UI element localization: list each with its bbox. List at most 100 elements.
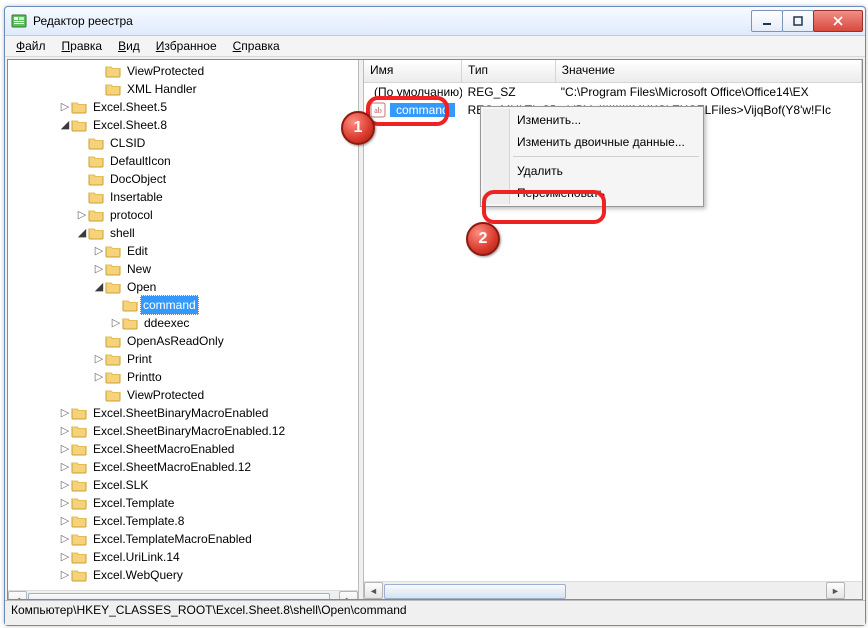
tree-expander-icon[interactable]: ▷ (93, 242, 105, 260)
tree-node[interactable]: ▷Print (8, 350, 358, 368)
tree-node[interactable]: ▷ Excel.Template (8, 494, 358, 512)
scroll-right-icon[interactable]: ► (826, 582, 845, 599)
tree-expander-icon[interactable]: ▷ (59, 404, 71, 422)
scroll-left-icon[interactable]: ◄ (364, 582, 383, 599)
ctx-rename[interactable]: Переименовать (483, 182, 701, 204)
tree-expander-icon[interactable]: ▷ (93, 368, 105, 386)
column-header[interactable]: Тип (462, 60, 556, 82)
tree-expander-icon[interactable]: ▷ (59, 566, 71, 584)
tree-node[interactable]: CLSID (8, 134, 358, 152)
tree-node[interactable]: ▷ Printto (8, 368, 358, 386)
list-scroll-thumb[interactable] (384, 584, 566, 599)
tree-node[interactable]: ▷Excel.SheetBinaryMacroEnabled.12 (8, 422, 358, 440)
tree-expander-icon[interactable]: ◢ (59, 116, 71, 134)
column-header[interactable]: Значение (556, 60, 862, 82)
minimize-button[interactable] (751, 10, 783, 32)
tree-node[interactable]: XML Handler (8, 80, 358, 98)
tree-node-label: Printto (124, 368, 165, 386)
tree-node[interactable]: ▷New (8, 260, 358, 278)
tree-node[interactable]: ▷ Excel.SheetBinaryMacroEnabled (8, 404, 358, 422)
tree-expander-icon[interactable]: ◢ (76, 224, 88, 242)
tree-node-label: Excel.Template (90, 494, 177, 512)
menu-file[interactable]: Файл (9, 37, 53, 55)
menu-view[interactable]: Вид (111, 37, 147, 55)
tree-expander-icon[interactable]: ▷ (59, 512, 71, 530)
folder-icon (105, 334, 121, 348)
tree-expander-icon[interactable]: ▷ (59, 494, 71, 512)
tree-node[interactable]: ▷Excel.UriLink.14 (8, 548, 358, 566)
tree-expander-icon[interactable]: ▷ (59, 422, 71, 440)
menu-help[interactable]: Справка (226, 37, 287, 55)
tree-hscroll[interactable]: ◄ ► (8, 590, 358, 599)
tree-expander-icon[interactable]: ▷ (59, 458, 71, 476)
tree-node[interactable]: ◢shell (8, 224, 358, 242)
close-button[interactable] (813, 10, 863, 32)
tree-expander-icon[interactable]: ▷ (76, 206, 88, 224)
folder-icon (88, 136, 104, 150)
tree-node[interactable]: Insertable (8, 188, 358, 206)
tree-expander-icon[interactable]: ▷ (59, 476, 71, 494)
tree-scroll-thumb[interactable] (28, 593, 330, 599)
ctx-modify[interactable]: Изменить... (483, 109, 701, 131)
app-icon (11, 13, 27, 29)
ctx-modify-bin[interactable]: Изменить двоичные данные... (483, 131, 701, 153)
scroll-corner (845, 582, 862, 599)
tree-node[interactable]: DocObject (8, 170, 358, 188)
tree-node-label: Excel.WebQuery (90, 566, 186, 584)
tree-node-label: Excel.SheetMacroEnabled (90, 440, 237, 458)
folder-icon (105, 244, 121, 258)
tree-expander-icon[interactable]: ▷ (59, 548, 71, 566)
tree-node[interactable]: ▷Excel.Sheet.5 (8, 98, 358, 116)
menu-fav[interactable]: Избранное (149, 37, 224, 55)
tree-node[interactable]: ▷ddeexec (8, 314, 358, 332)
tree-node-label: Excel.SheetBinaryMacroEnabled (90, 404, 271, 422)
folder-icon (71, 532, 87, 546)
tree-pane[interactable]: ViewProtectedXML Handler▷Excel.Sheet.5◢E… (8, 60, 358, 599)
tree-expander-icon[interactable]: ◢ (93, 278, 105, 296)
tree-expander-icon[interactable]: ▷ (93, 260, 105, 278)
ctx-delete[interactable]: Удалить (483, 160, 701, 182)
list-pane[interactable]: ИмяТипЗначение ab(По умолчанию)REG_SZ"C:… (364, 60, 862, 599)
tree-node[interactable]: ▷Excel.Template.8 (8, 512, 358, 530)
folder-icon (88, 154, 104, 168)
tree-expander-icon[interactable]: ▷ (59, 530, 71, 548)
tree-node[interactable]: command (8, 296, 358, 314)
column-headers[interactable]: ИмяТипЗначение (364, 60, 862, 83)
folder-icon (71, 550, 87, 564)
menu-edit[interactable]: Правка (55, 37, 110, 55)
tree-expander-icon[interactable]: ▷ (59, 98, 71, 116)
tree-node[interactable]: OpenAsReadOnly (8, 332, 358, 350)
folder-icon (105, 370, 121, 384)
tree-node-label: Edit (124, 242, 151, 260)
tree-node-label: Excel.TemplateMacroEnabled (90, 530, 255, 548)
folder-icon (88, 208, 104, 222)
column-header[interactable]: Имя (364, 60, 462, 82)
tree-node-label: ViewProtected (124, 62, 207, 80)
tree-node[interactable]: ▷ Excel.TemplateMacroEnabled (8, 530, 358, 548)
tree-node[interactable]: ◢Open (8, 278, 358, 296)
tree-node[interactable]: ▷protocol (8, 206, 358, 224)
titlebar[interactable]: Редактор реестра (5, 7, 865, 36)
tree-node[interactable]: ▷ Excel.WebQuery (8, 566, 358, 584)
tree-node[interactable]: ▷Excel.SLK (8, 476, 358, 494)
list-row[interactable]: ab(По умолчанию)REG_SZ"C:\Program Files\… (364, 83, 862, 101)
tree-expander-icon[interactable]: ▷ (110, 314, 122, 332)
annotation-badge-2: 2 (466, 222, 500, 256)
tree-expander-icon[interactable]: ▷ (59, 440, 71, 458)
folder-icon (88, 172, 104, 186)
scroll-left-icon[interactable]: ◄ (8, 591, 27, 599)
tree-node[interactable]: ViewProtected (8, 62, 358, 80)
tree-node[interactable]: ▷ Excel.SheetMacroEnabled.12 (8, 458, 358, 476)
tree-node-label: Excel.SheetMacroEnabled.12 (90, 458, 254, 476)
maximize-button[interactable] (782, 10, 814, 32)
tree-node[interactable]: ◢Excel.Sheet.8 (8, 116, 358, 134)
context-menu[interactable]: Изменить... Изменить двоичные данные... … (480, 106, 704, 207)
list-hscroll[interactable]: ◄ ► (364, 581, 862, 599)
scroll-right-icon[interactable]: ► (339, 591, 358, 599)
tree-node[interactable]: DefaultIcon (8, 152, 358, 170)
tree-node[interactable]: ▷ Excel.SheetMacroEnabled (8, 440, 358, 458)
tree-node[interactable]: ▷ Edit (8, 242, 358, 260)
tree-node[interactable]: ViewProtected (8, 386, 358, 404)
string-value-icon: ab (370, 102, 386, 118)
tree-expander-icon[interactable]: ▷ (93, 350, 105, 368)
